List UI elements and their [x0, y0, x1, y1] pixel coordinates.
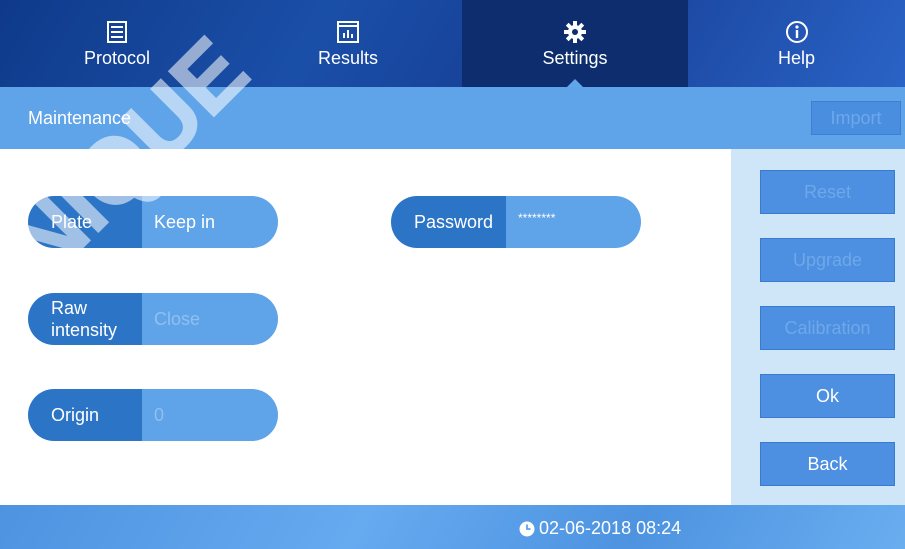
- page-header: Maintenance Import: [0, 87, 905, 149]
- plate-value[interactable]: Keep in: [142, 196, 278, 248]
- import-button[interactable]: Import: [811, 101, 901, 135]
- raw-intensity-field[interactable]: Raw intensity Close: [28, 293, 278, 345]
- tab-settings[interactable]: Settings: [462, 0, 688, 87]
- tab-label: Results: [317, 48, 379, 68]
- gear-icon: [564, 21, 586, 43]
- upgrade-button[interactable]: Upgrade: [760, 238, 895, 282]
- origin-label: Origin: [28, 389, 142, 441]
- calibration-button[interactable]: Calibration: [760, 306, 895, 350]
- password-label: Password: [391, 196, 506, 248]
- password-value[interactable]: ********: [506, 196, 641, 248]
- results-icon: [337, 21, 359, 43]
- raw-intensity-label: Raw intensity: [28, 293, 142, 345]
- info-icon: [785, 21, 808, 43]
- tab-label: Help: [777, 48, 816, 68]
- protocol-icon: [107, 21, 127, 43]
- tab-protocol[interactable]: Protocol: [0, 0, 234, 87]
- page-title: Maintenance: [28, 108, 132, 128]
- status-bar: 02-06-2018 08:24: [0, 505, 905, 549]
- password-field[interactable]: Password ********: [391, 196, 641, 248]
- tab-help[interactable]: Help: [688, 0, 905, 87]
- clock-icon: [519, 521, 535, 536]
- action-panel: Reset Upgrade Calibration Ok Back: [731, 149, 905, 505]
- plate-field[interactable]: Plate Keep in: [28, 196, 278, 248]
- top-nav: Protocol Results Settings Help: [0, 0, 905, 87]
- reset-button[interactable]: Reset: [760, 170, 895, 214]
- tab-label: Settings: [542, 48, 608, 68]
- ok-button[interactable]: Ok: [760, 374, 895, 418]
- origin-field[interactable]: Origin 0: [28, 389, 278, 441]
- datetime-display: 02-06-2018 08:24: [519, 518, 681, 539]
- origin-value[interactable]: 0: [142, 389, 278, 441]
- raw-intensity-value[interactable]: Close: [142, 293, 278, 345]
- plate-label: Plate: [28, 196, 142, 248]
- datetime-text: 02-06-2018 08:24: [539, 518, 682, 538]
- back-button[interactable]: Back: [760, 442, 895, 486]
- tab-label: Protocol: [83, 48, 151, 68]
- tab-results[interactable]: Results: [234, 0, 462, 87]
